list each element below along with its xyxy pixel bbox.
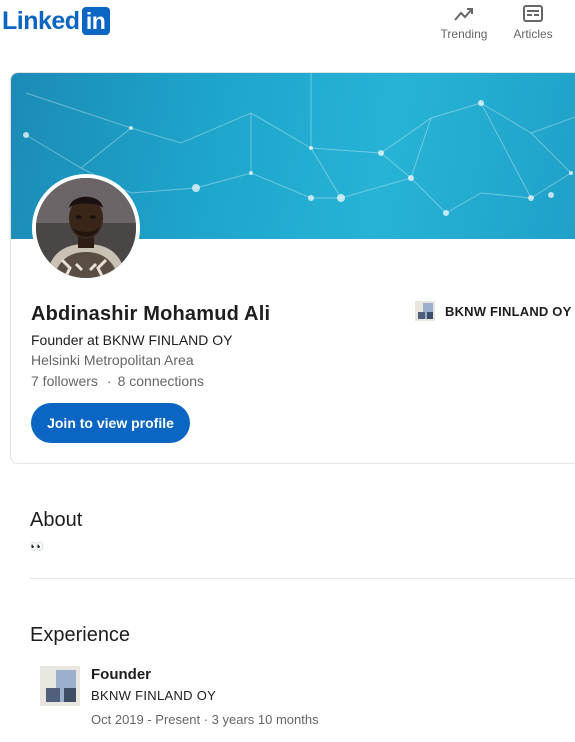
- company-logo-icon: [415, 301, 435, 321]
- profile-avatar: [32, 174, 140, 282]
- join-to-view-profile-button[interactable]: Join to view profile: [31, 403, 190, 443]
- profile-card: Abdinashir Mohamud Ali Founder at BKNW F…: [10, 72, 575, 464]
- experience-item[interactable]: Founder BKNW FINLAND OY Oct 2019 - Prese…: [40, 666, 570, 736]
- nav-articles[interactable]: Articles: [503, 4, 563, 41]
- experience-section-title: Experience: [30, 624, 131, 646]
- top-navigation: Linked in Trending Articles: [0, 0, 575, 60]
- profile-headline: Founder at BKNW FINLAND OY: [31, 332, 233, 348]
- profile-name: Abdinashir Mohamud Ali: [31, 303, 271, 325]
- nav-trending-label: Trending: [440, 27, 488, 41]
- company-logo-icon: [40, 666, 80, 706]
- articles-icon: [523, 5, 543, 22]
- connections-count: 8 connections: [117, 373, 204, 389]
- experience-dates: Oct 2019 - Present · 3 years 10 months: [91, 712, 319, 727]
- experience-company[interactable]: BKNW FINLAND OY: [91, 688, 216, 703]
- about-section-title: About: [30, 509, 83, 531]
- followers-count: 7 followers: [31, 373, 98, 389]
- linkedin-logo[interactable]: Linked in: [2, 6, 110, 36]
- logo-in-box: in: [81, 7, 110, 35]
- logo-text: Linked: [2, 6, 80, 35]
- about-text: 👀: [30, 541, 44, 553]
- stats-separator: ·: [106, 373, 112, 389]
- section-divider: [30, 578, 575, 579]
- trending-icon: [454, 8, 473, 21]
- nav-trending[interactable]: Trending: [434, 4, 494, 41]
- profile-stats: 7 followers · 8 connections: [31, 373, 204, 389]
- current-company-name: BKNW FINLAND OY: [445, 303, 572, 319]
- current-company-link[interactable]: BKNW FINLAND OY: [415, 301, 572, 321]
- nav-articles-label: Articles: [513, 27, 553, 41]
- experience-title[interactable]: Founder: [91, 666, 151, 683]
- profile-location: Helsinki Metropolitan Area: [31, 352, 194, 368]
